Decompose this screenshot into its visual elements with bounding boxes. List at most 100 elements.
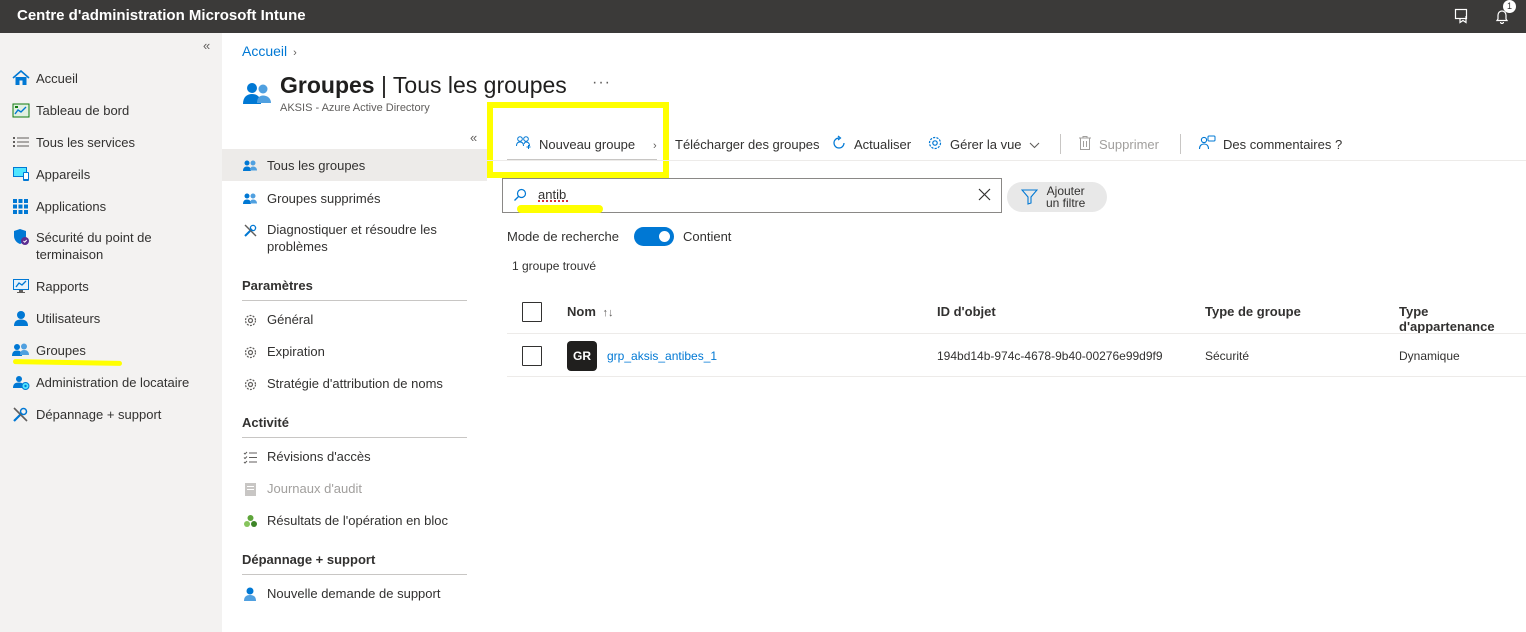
row-checkbox[interactable]	[522, 346, 542, 366]
nav-item-tous-les-services[interactable]: Tous les services	[11, 133, 135, 151]
gear-icon	[927, 135, 943, 154]
section-depannage: Dépannage + support	[242, 552, 467, 575]
column-header-nom[interactable]: Nom ↑↓	[567, 304, 614, 319]
group-name-link[interactable]: grp_aksis_antibes_1	[607, 349, 717, 363]
section-parametres: Paramètres	[242, 278, 467, 301]
column-header-type-appartenance[interactable]: Type d'appartenance	[1399, 304, 1526, 334]
nav-item-utilisateurs[interactable]: Utilisateurs	[11, 309, 100, 327]
add-filter-button[interactable]: Ajouter un filtre	[1007, 182, 1107, 212]
search-mode-toggle[interactable]	[634, 227, 674, 246]
reports-icon	[11, 277, 30, 295]
select-all-checkbox[interactable]	[522, 302, 542, 322]
dashboard-icon	[11, 101, 30, 119]
nav-item-administration-locataire[interactable]: Administration de locataire	[11, 373, 189, 391]
table-row-divider	[507, 376, 1526, 377]
download-groups-button[interactable]: Télécharger des groupes	[675, 132, 820, 156]
tenant-admin-icon	[11, 373, 30, 391]
breadcrumb-chevron-icon: ›	[293, 47, 297, 59]
groups-icon	[11, 341, 30, 359]
search-mode-value: Contient	[683, 229, 732, 244]
breadcrumb: Accueil ›	[242, 43, 297, 59]
nav-item-appareils[interactable]: Appareils	[11, 165, 90, 183]
manage-view-button[interactable]: Gérer la vue	[927, 132, 1040, 156]
submenu-item-diagnostiquer[interactable]: Diagnostiquer et résoudre les problèmes	[242, 221, 482, 255]
search-icon	[513, 188, 527, 205]
toolbar-separator	[1060, 134, 1061, 154]
command-toolbar: Nouveau groupe Télécharger des groupes A…	[505, 132, 1526, 160]
bulk-operations-icon	[242, 513, 258, 529]
list-icon	[11, 133, 30, 151]
devices-icon	[11, 165, 30, 183]
submenu-item-revisions-acces[interactable]: Révisions d'accès	[242, 448, 482, 465]
support-person-icon	[242, 586, 258, 602]
nav-item-depannage-support[interactable]: Dépannage + support	[11, 405, 161, 423]
submenu-collapse-icon[interactable]: «	[470, 130, 477, 145]
nav-item-securite-point-terminaison[interactable]: Sécurité du point de terminaison	[11, 228, 211, 263]
submenu-item-strategie-noms[interactable]: Stratégie d'attribution de noms	[242, 375, 482, 392]
trash-icon	[1078, 135, 1092, 154]
submenu-item-expiration[interactable]: Expiration	[242, 343, 482, 360]
submenu-item-journaux-audit[interactable]: Journaux d'audit	[242, 480, 482, 497]
submenu-item-tous-les-groupes[interactable]: Tous les groupes	[222, 149, 487, 181]
refresh-button[interactable]: Actualiser	[831, 132, 911, 156]
spellcheck-squiggle	[538, 200, 568, 202]
section-activite: Activité	[242, 415, 467, 438]
user-icon	[11, 309, 30, 327]
nav-collapse-icon[interactable]: «	[203, 38, 210, 53]
group-object-id: 194bd14b-974c-4678-9b40-00276e99d9f9	[937, 349, 1163, 363]
toolbar-separator	[1180, 134, 1181, 154]
refresh-icon	[831, 135, 847, 154]
search-input[interactable]	[538, 187, 958, 202]
column-header-id-objet[interactable]: ID d'objet	[937, 304, 996, 319]
group-type: Sécurité	[1205, 349, 1250, 363]
left-navigation: «	[0, 33, 222, 632]
remote-help-icon[interactable]	[1451, 5, 1473, 27]
top-bar: Centre d'administration Microsoft Intune…	[0, 0, 1526, 33]
nav-item-accueil[interactable]: Accueil	[11, 69, 78, 87]
groups-header-icon	[242, 80, 272, 106]
submenu-item-groupes-supprimes[interactable]: Groupes supprimés	[242, 190, 482, 207]
tools-icon	[242, 222, 258, 238]
membership-type: Dynamique	[1399, 349, 1460, 363]
delete-button[interactable]: Supprimer	[1078, 132, 1159, 156]
feedback-person-icon	[1198, 135, 1216, 154]
notification-badge: 1	[1503, 0, 1516, 13]
groups-icon	[242, 191, 258, 207]
toolbar-overflow-chevron-icon: ›	[653, 140, 657, 152]
sort-icon[interactable]: ↑↓	[603, 307, 614, 319]
home-icon	[11, 69, 30, 87]
nav-item-rapports[interactable]: Rapports	[11, 277, 89, 295]
submenu-item-nouvelle-demande[interactable]: Nouvelle demande de support	[242, 585, 482, 602]
chevron-down-icon	[1029, 137, 1040, 152]
breadcrumb-home-link[interactable]: Accueil	[242, 43, 287, 59]
nav-item-tableau-de-bord[interactable]: Tableau de bord	[11, 101, 129, 119]
toolbar-divider	[487, 160, 1526, 161]
nav-item-applications[interactable]: Applications	[11, 197, 106, 215]
gear-icon	[242, 376, 258, 392]
log-book-icon	[242, 481, 258, 497]
search-mode-label: Mode de recherche	[507, 229, 620, 244]
groups-icon	[242, 158, 258, 174]
search-highlight-underline	[517, 205, 603, 213]
gear-icon	[242, 312, 258, 328]
checklist-icon	[242, 449, 258, 465]
gear-icon	[242, 344, 258, 360]
clear-search-icon[interactable]	[978, 188, 991, 204]
app-title: Centre d'administration Microsoft Intune	[17, 7, 306, 24]
page-title: Groupes | Tous les groupes	[280, 72, 567, 98]
tools-icon	[11, 405, 30, 423]
feedback-button[interactable]: Des commentaires ?	[1198, 132, 1342, 156]
submenu-item-general[interactable]: Général	[242, 311, 482, 328]
apps-grid-icon	[11, 197, 30, 215]
submenu-item-resultats-bloc[interactable]: Résultats de l'opération en bloc	[242, 512, 482, 529]
table-header-divider	[507, 333, 1526, 334]
filter-icon	[1020, 189, 1039, 208]
result-count: 1 groupe trouvé	[512, 259, 597, 273]
nav-item-groupes[interactable]: Groupes	[11, 341, 86, 359]
column-header-type-groupe[interactable]: Type de groupe	[1205, 304, 1301, 319]
group-avatar: GR	[567, 341, 597, 371]
new-group-button[interactable]: Nouveau groupe	[515, 132, 635, 156]
page-subtitle: AKSIS - Azure Active Directory	[280, 102, 430, 114]
more-options-icon[interactable]: ···	[592, 74, 611, 92]
new-group-underline	[507, 159, 657, 160]
